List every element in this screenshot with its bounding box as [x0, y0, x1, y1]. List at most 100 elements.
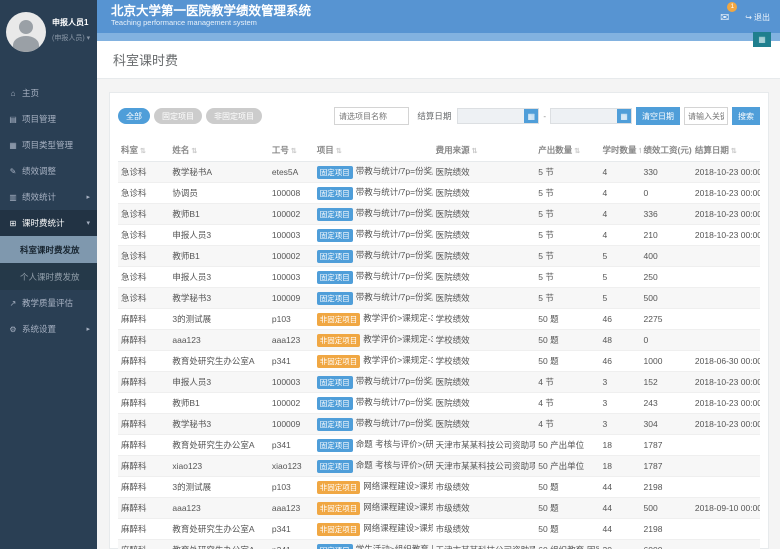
filter-fixed-button[interactable]: 固定项目	[154, 108, 202, 124]
cell-source: 医院绩效	[433, 246, 536, 267]
cell-project: 非固定项目教学评价>课规定-3 本科-3 无接受人	[314, 351, 433, 372]
sidebar-item-5[interactable]: ⊞课时费统计▾	[0, 210, 97, 236]
sort-icon[interactable]: ⇅	[336, 148, 342, 155]
project-type-tag: 固定项目	[317, 229, 353, 242]
column-header-5[interactable]: 产出数量⇅	[535, 139, 599, 162]
sidebar-item-2[interactable]: ▦项目类型管理	[0, 132, 97, 158]
table-row: 急诊科教师B1100002固定项目带教与统计/7p=份奖励绩效医院绩效5 节43…	[118, 204, 760, 225]
project-text: 带教与统计/7p=份奖励绩效	[356, 376, 433, 386]
sidebar-item-7[interactable]: ⚙系统设置▸	[0, 316, 97, 342]
cell-salary: 500	[641, 288, 692, 309]
cell-hours: 46	[599, 351, 640, 372]
cell-project: 固定项目命题 考核与评价>(研究生-固定-教师	[314, 456, 433, 477]
cell-date: 2018-10-23 00:00:00	[692, 162, 760, 183]
cell-id: 100009	[269, 288, 314, 309]
project-type-tag: 非固定项目	[317, 502, 361, 515]
sidebar-item-0[interactable]: ⌂主页	[0, 80, 97, 106]
filter-nonfixed-button[interactable]: 非固定项目	[206, 108, 262, 124]
cell-id: 100002	[269, 246, 314, 267]
cell-date	[692, 309, 760, 330]
calendar-icon[interactable]: ▦	[524, 109, 538, 123]
sidebar-subitem-0[interactable]: 科室课时费发放	[0, 236, 97, 263]
table-row: 急诊科教师B1100002固定项目带教与统计/7p=份奖励绩效医院绩效5 节54…	[118, 246, 760, 267]
cell-hours: 4	[599, 183, 640, 204]
column-header-2[interactable]: 工号⇅	[269, 139, 314, 162]
sort-icon[interactable]: ⇅	[291, 148, 297, 155]
table-header-row: 科室⇅姓名⇅工号⇅项目⇅费用来源⇅产出数量⇅学时数量⇅绩效工资(元)⇅结算日期⇅	[118, 139, 760, 162]
sidebar-item-1[interactable]: ▤项目管理	[0, 106, 97, 132]
messages-button[interactable]: ✉ 1	[720, 8, 729, 26]
cell-output: 60 组织教育-固定-学员	[535, 540, 599, 549]
cell-source: 天津市某某科技公司资助项目	[433, 540, 536, 549]
cell-source: 医院绩效	[433, 204, 536, 225]
cell-salary: 152	[641, 372, 692, 393]
user-role-dropdown[interactable]: (申报人员) ▾	[52, 33, 90, 43]
column-header-3[interactable]: 项目⇅	[314, 139, 433, 162]
calendar-icon[interactable]: ▦	[617, 109, 631, 123]
sidebar-item-4[interactable]: ▥绩效统计▸	[0, 184, 97, 210]
cell-source: 医院绩效	[433, 183, 536, 204]
cell-output: 5 节	[535, 162, 599, 183]
topbar: 北京大学第一医院教学绩效管理系统 Teaching performance ma…	[97, 0, 780, 33]
date-end-input[interactable]: ▦	[550, 108, 632, 124]
calculator-icon: ⊞	[7, 219, 19, 228]
cell-salary: 2198	[641, 519, 692, 540]
cell-date	[692, 288, 760, 309]
cell-id: p103	[269, 477, 314, 498]
keyword-search-input[interactable]	[684, 107, 728, 125]
project-text: 带教与统计/7p=份奖励绩效	[356, 208, 433, 218]
table-row: 麻醉科3的测试展p103非固定项目教学评价>课规定-3 本科-3 无接受人学校绩…	[118, 309, 760, 330]
cell-project: 固定项目带教与统计/7p=份奖励绩效	[314, 267, 433, 288]
cell-name: 教育处研究生办公室A	[169, 519, 269, 540]
cell-id: xiao123	[269, 456, 314, 477]
sort-icon[interactable]: ⇅	[472, 148, 478, 155]
sort-icon[interactable]: ⇅	[731, 148, 737, 155]
clear-date-button[interactable]: 清空日期	[636, 107, 680, 125]
search-button[interactable]: 搜索	[732, 107, 760, 125]
table-row: 麻醉科xiao123xiao123固定项目命题 考核与评价>(研究生-固定-教师…	[118, 456, 760, 477]
cell-date	[692, 330, 760, 351]
column-header-4[interactable]: 费用来源⇅	[433, 139, 536, 162]
cell-project: 固定项目带教与统计/7p=份奖励绩效	[314, 204, 433, 225]
cell-date: 2018-10-23 00:00:00	[692, 204, 760, 225]
panel-toggle-button[interactable]: ▦	[753, 32, 771, 47]
cell-output: 4 节	[535, 372, 599, 393]
cell-source: 学校绩效	[433, 309, 536, 330]
sidebar: 申报人员1 (申报人员) ▾ ⌂主页▤项目管理▦项目类型管理✎绩效调整▥绩效统计…	[0, 0, 97, 549]
cell-source: 医院绩效	[433, 414, 536, 435]
sort-icon[interactable]: ⇅	[140, 148, 146, 155]
cell-hours: 3	[599, 414, 640, 435]
bar-chart-icon: ▥	[7, 193, 19, 202]
cell-salary: 0	[641, 183, 692, 204]
table-row: 麻醉科申报人员3100003固定项目带教与统计/7p=份奖励绩效医院绩效4 节3…	[118, 372, 760, 393]
logout-button[interactable]: ↪ 退出	[745, 12, 770, 23]
cell-salary: 336	[641, 204, 692, 225]
project-text: 带教与统计/7p=份奖励绩效	[356, 166, 433, 176]
column-header-6[interactable]: 学时数量⇅	[599, 139, 640, 162]
table-row: 麻醉科教育处研究生办公室Ap341非固定项目网络课程建设>课规定-3 本科-3 …	[118, 519, 760, 540]
project-type-tag: 固定项目	[317, 439, 353, 452]
sort-icon[interactable]: ⇅	[574, 148, 580, 155]
cell-name: 申报人员3	[169, 372, 269, 393]
sidebar-item-6[interactable]: ↗教学质量评估	[0, 290, 97, 316]
sort-icon[interactable]: ⇅	[638, 148, 640, 155]
user-profile[interactable]: 申报人员1 (申报人员) ▾	[0, 0, 97, 80]
sort-icon[interactable]: ⇅	[191, 148, 197, 155]
cell-name: xiao123	[169, 456, 269, 477]
cell-date	[692, 477, 760, 498]
column-header-0[interactable]: 科室⇅	[118, 139, 169, 162]
project-type-tag: 固定项目	[317, 460, 353, 473]
sidebar-subitem-1[interactable]: 个人课时费发放	[0, 263, 97, 290]
column-header-7[interactable]: 绩效工资(元)⇅	[641, 139, 692, 162]
panel-toggle-icon: ▦	[758, 35, 766, 44]
sidebar-item-3[interactable]: ✎绩效调整	[0, 158, 97, 184]
project-text: 教学评价>课规定-3 本科-3 无接受人	[363, 334, 432, 344]
table-row: 麻醉科教育处研究生办公室Ap341固定项目命题 考核与评价>(研究生-固定-教师…	[118, 435, 760, 456]
cell-id: 100009	[269, 414, 314, 435]
column-header-8[interactable]: 结算日期⇅	[692, 139, 760, 162]
cell-name: aaa123	[169, 498, 269, 519]
filter-all-button[interactable]: 全部	[118, 108, 150, 124]
column-header-1[interactable]: 姓名⇅	[169, 139, 269, 162]
project-name-input[interactable]	[334, 107, 409, 125]
date-start-input[interactable]: ▦	[457, 108, 539, 124]
